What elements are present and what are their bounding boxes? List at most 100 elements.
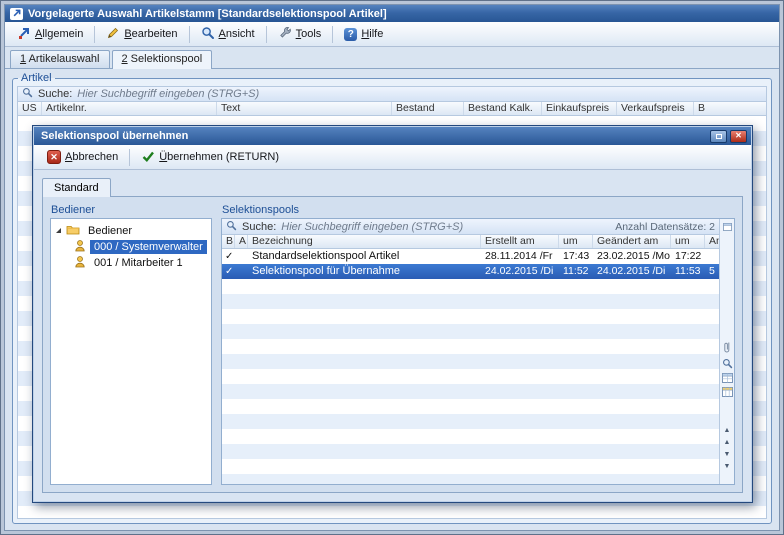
tab-artikelauswahl[interactable]: 1 Artikelauswahl [10, 50, 110, 68]
menu-label: Tools [296, 28, 322, 40]
help-icon: ? [344, 28, 357, 41]
selektionspools-box: Suche: Anzahl Datensätze: 2 B A Bezeichn… [221, 218, 735, 485]
pools-search-bar[interactable]: Suche: Anzahl Datensätze: 2 [222, 219, 719, 235]
scroll-down-icon[interactable]: ▼ [724, 449, 731, 461]
expander-icon[interactable] [56, 228, 61, 233]
desktop-frame: Vorgelagerte Auswahl Artikelstamm [Stand… [0, 0, 784, 535]
column-header[interactable]: A [235, 235, 248, 248]
column-header[interactable]: Bezeichnung [248, 235, 481, 248]
search-label: Suche: [38, 88, 72, 100]
magnifier-icon [201, 26, 215, 43]
column-header[interactable]: um [671, 235, 705, 248]
column-header[interactable]: Geändert am [593, 235, 671, 248]
dialog-body: Bediener Bediener 000 / Systemverwalter [42, 196, 743, 493]
tab-selektionspool[interactable]: 2 Selektionspool [112, 50, 213, 69]
bediener-caption: Bediener [51, 204, 212, 216]
minimize-icon [716, 134, 722, 139]
tree-item-label: 000 / Systemverwalter [90, 240, 207, 254]
main-toolbar: Allgemein Bearbeiten Ansicht Tools ? Hil… [5, 22, 779, 47]
column-header[interactable]: Erstellt am [481, 235, 559, 248]
selektionspools-caption: Selektionspools [222, 204, 735, 216]
menu-label: Bearbeiten [124, 28, 177, 40]
tree-item-systemverwalter[interactable]: 000 / Systemverwalter [74, 239, 209, 255]
pools-table-area: Suche: Anzahl Datensätze: 2 B A Bezeichn… [222, 219, 719, 484]
zoom-icon[interactable] [722, 358, 733, 369]
row-changed-time: 17:22 [671, 249, 705, 264]
row-cell [235, 264, 248, 279]
column-header[interactable]: Artikelnr. [42, 102, 217, 115]
tree-item-mitarbeiter[interactable]: 001 / Mitarbeiter 1 [74, 255, 209, 271]
main-tabstrip: 1 Artikelauswahl 2 Selektionspool [5, 47, 779, 69]
tab-standard[interactable]: Standard [42, 178, 111, 197]
row-checkmark: ✓ [222, 264, 235, 279]
toolbar-separator [266, 26, 267, 43]
column-header[interactable]: B [222, 235, 235, 248]
row-created-time: 17:43 [559, 249, 593, 264]
paperclip-icon[interactable] [722, 341, 732, 354]
minimize-button[interactable] [710, 130, 727, 143]
column-header[interactable]: Text [217, 102, 392, 115]
table-view-icon[interactable] [722, 373, 733, 383]
row-created-time: 11:52 [559, 264, 593, 279]
artikel-search-input[interactable] [77, 88, 762, 101]
artikel-search-bar[interactable]: Suche: [17, 86, 767, 102]
accept-check-icon [141, 149, 155, 166]
row-cell [235, 249, 248, 264]
column-header[interactable]: B [694, 102, 766, 115]
user-icon [74, 255, 86, 271]
app-arrow-icon [10, 8, 23, 20]
table-row[interactable]: ✓ Standardselektionspool Artikel 28.11.2… [222, 249, 719, 264]
dialog-toolbar: ✕ Abbrechen Übernehmen (RETURN) [34, 145, 751, 170]
abbrechen-label: Abbrechen [65, 151, 118, 163]
menu-bearbeiten-button[interactable]: Bearbeiten [98, 23, 185, 46]
tree-root-bediener[interactable]: Bediener [53, 223, 209, 239]
toolbar-separator [94, 26, 95, 43]
scroll-up-icon[interactable]: ▲ [724, 437, 731, 449]
row-changed-time: 11:53 [671, 264, 705, 279]
row-changed: 23.02.2015 /Mo [593, 249, 671, 264]
pools-side-toolbar: ▲ ▲ ▼ ▼ [719, 219, 734, 484]
tree-item-label: 001 / Mitarbeiter 1 [90, 256, 187, 270]
dialog-window-controls: ✕ [710, 130, 747, 143]
row-created: 28.11.2014 /Fr [481, 249, 559, 264]
column-header[interactable]: Bestand [392, 102, 464, 115]
close-button[interactable]: ✕ [730, 130, 747, 143]
table-columns-icon[interactable] [722, 387, 733, 397]
artikel-legend: Artikel [18, 72, 55, 84]
menu-label: Ansicht [219, 28, 255, 40]
column-header[interactable]: um [559, 235, 593, 248]
pencil-icon [106, 26, 120, 43]
row-created: 24.02.2015 /Di [481, 264, 559, 279]
menu-label: Allgemein [35, 28, 83, 40]
cancel-icon: ✕ [47, 150, 61, 164]
selektionspool-dialog: Selektionspool übernehmen ✕ ✕ Abbrechen … [32, 125, 753, 503]
menu-hilfe-button[interactable]: ? Hilfe [336, 25, 391, 44]
bediener-tree: Bediener 000 / Systemverwalter 001 / Mit… [51, 219, 211, 275]
column-header[interactable]: Verkaufspreis [617, 102, 694, 115]
column-header[interactable]: An [705, 235, 719, 248]
grid-options-icon[interactable] [723, 223, 732, 231]
uebernehmen-button[interactable]: Übernehmen (RETURN) [133, 146, 287, 169]
menu-allgemein-button[interactable]: Allgemein [9, 23, 91, 46]
tree-root-label: Bediener [84, 224, 136, 238]
toolbar-separator [129, 149, 130, 166]
column-header[interactable]: US [18, 102, 42, 115]
table-row-selected[interactable]: ✓ Selektionspool für Übernahme 24.02.201… [222, 264, 719, 279]
row-an: 5 [705, 264, 719, 279]
menu-ansicht-button[interactable]: Ansicht [193, 23, 263, 46]
column-header[interactable]: Bestand Kalk. [464, 102, 542, 115]
column-header[interactable]: Einkaufspreis [542, 102, 617, 115]
menu-tools-button[interactable]: Tools [270, 23, 330, 46]
toolbar-separator [189, 26, 190, 43]
titlebar[interactable]: Vorgelagerte Auswahl Artikelstamm [Stand… [5, 5, 779, 22]
dialog-tabstrip: Standard [33, 170, 752, 196]
pools-search-input[interactable] [281, 220, 610, 233]
folder-icon [66, 224, 80, 238]
dialog-titlebar[interactable]: Selektionspool übernehmen ✕ [34, 127, 751, 145]
abbrechen-button[interactable]: ✕ Abbrechen [39, 147, 126, 167]
menu-label: Hilfe [361, 28, 383, 40]
scroll-top-icon[interactable]: ▲ [724, 425, 731, 437]
bediener-group: Bediener Bediener 000 / Systemverwalter [50, 204, 212, 485]
scroll-bottom-icon[interactable]: ▼ [724, 461, 731, 473]
toolbar-separator [332, 26, 333, 43]
